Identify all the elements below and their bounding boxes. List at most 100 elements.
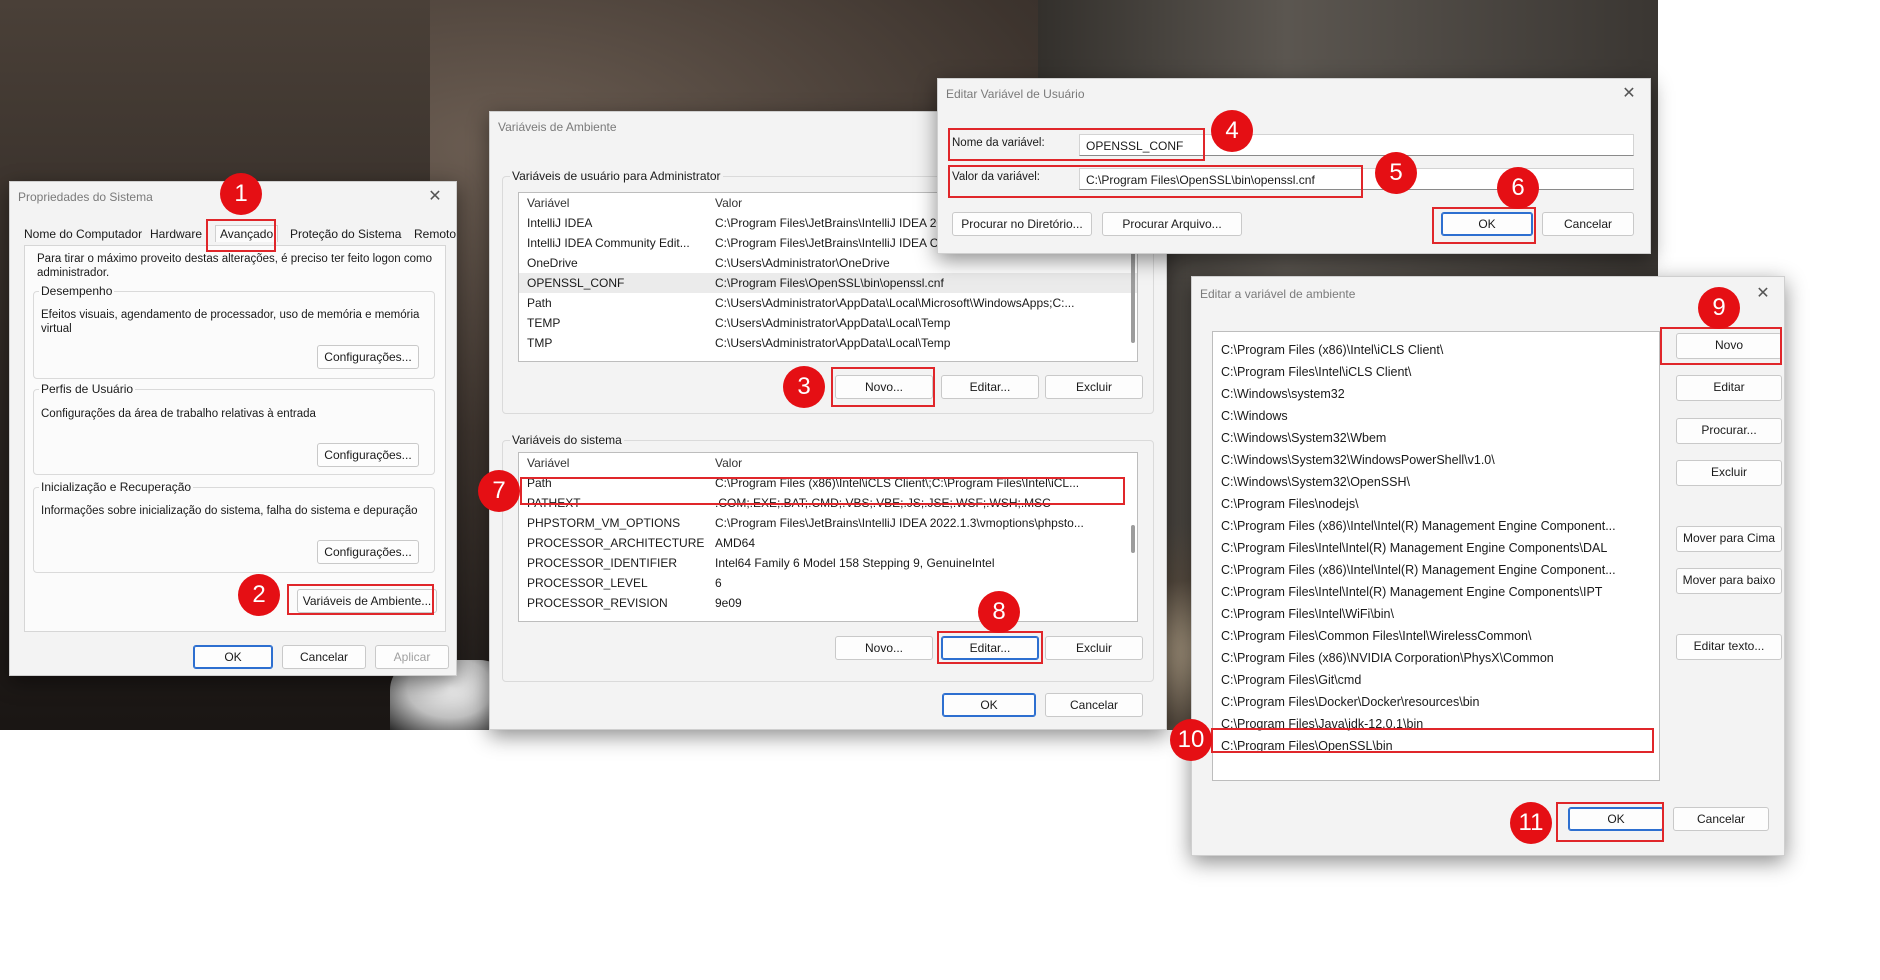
variable-name-cell: OPENSSL_CONF	[527, 276, 625, 290]
table-row[interactable]: PROCESSOR_IDENTIFIER Intel64 Family 6 Mod…	[519, 553, 1137, 573]
table-row[interactable]: TMP C:\Users\Administrator\AppData\Local\…	[519, 333, 1137, 353]
system-vars-list[interactable]: Variável Valor Path C:\Program Files (x86…	[518, 452, 1138, 622]
startup-desc: Informações sobre inicialização do siste…	[41, 505, 418, 517]
startup-settings-button[interactable]: Configurações...	[317, 540, 419, 564]
browse-file-button[interactable]: Procurar Arquivo...	[1102, 212, 1242, 236]
table-row[interactable]: PROCESSOR_ARCHITECTURE AMD64	[519, 533, 1137, 553]
list-item[interactable]: C:\Windows\System32\Wbem	[1213, 428, 1659, 448]
move-down-button[interactable]: Mover para baixo	[1676, 568, 1782, 594]
variable-name-cell: Path	[527, 296, 552, 310]
variable-name-cell: PROCESSOR_REVISION	[527, 596, 668, 610]
scrollbar[interactable]	[1131, 525, 1135, 553]
table-row[interactable]: OneDrive C:\Users\Administrator\OneDrive	[519, 253, 1137, 273]
list-item[interactable]: C:\Program Files\Intel\WiFi\bin\	[1213, 604, 1659, 624]
cancel-button[interactable]: Cancelar	[1673, 807, 1769, 831]
tab-hardware[interactable]: Hardware	[150, 227, 202, 241]
path-entries-list[interactable]: C:\Program Files (x86)\Intel\iCLS Client…	[1212, 331, 1660, 781]
table-row[interactable]: PROCESSOR_REVISION 9e09	[519, 593, 1137, 613]
step-badge-6: 6	[1497, 167, 1539, 209]
tab-computer-name[interactable]: Nome do Computador	[24, 227, 142, 241]
list-item[interactable]: C:\Windows\System32\WindowsPowerShell\v1…	[1213, 450, 1659, 470]
variable-value-input[interactable]: C:\Program Files\OpenSSL\bin\openssl.cnf	[1079, 168, 1634, 190]
list-item[interactable]: C:\Program Files (x86)\Intel\iCLS Client…	[1213, 340, 1659, 360]
system-edit-button[interactable]: Editar...	[941, 636, 1039, 660]
profiles-settings-button[interactable]: Configurações...	[317, 443, 419, 467]
variable-value-cell: Intel64 Family 6 Model 158 Stepping 9, G…	[715, 556, 995, 570]
list-item[interactable]: C:\Program Files (x86)\Intel\Intel(R) Ma…	[1213, 516, 1659, 536]
new-button[interactable]: Novo	[1676, 333, 1782, 359]
ok-button[interactable]: OK	[942, 693, 1036, 717]
ok-button[interactable]: OK	[1568, 807, 1664, 831]
col-value[interactable]: Valor	[715, 193, 742, 213]
col-variable[interactable]: Variável	[527, 453, 569, 473]
delete-button[interactable]: Excluir	[1676, 460, 1782, 486]
tab-system-protection[interactable]: Proteção do Sistema	[290, 227, 401, 241]
step-badge-11: 11	[1510, 802, 1552, 844]
list-item[interactable]: C:\Program Files\Intel\Intel(R) Manageme…	[1213, 538, 1659, 558]
list-item[interactable]: C:\Program Files\nodejs\	[1213, 494, 1659, 514]
list-item[interactable]: C:\Program Files\Common Files\Intel\Wire…	[1213, 626, 1659, 646]
dialog-title: Editar Variável de Usuário	[946, 87, 1085, 101]
col-variable[interactable]: Variável	[527, 193, 569, 213]
close-icon[interactable]: ✕	[424, 186, 446, 208]
performance-settings-button[interactable]: Configurações...	[317, 345, 419, 369]
table-row[interactable]: Path C:\Program Files (x86)\Intel\iCLS Cl…	[519, 473, 1137, 493]
list-item[interactable]: C:\Windows\System32\OpenSSH\	[1213, 472, 1659, 492]
variable-name-cell: PHPSTORM_VM_OPTIONS	[527, 516, 681, 530]
table-row[interactable]: PROCESSOR_LEVEL 6	[519, 573, 1137, 593]
list-item[interactable]: C:\Program Files\Intel\iCLS Client\	[1213, 362, 1659, 382]
edit-button[interactable]: Editar	[1676, 375, 1782, 401]
table-row[interactable]: TEMP C:\Users\Administrator\AppData\Local…	[519, 313, 1137, 333]
tab-advanced[interactable]: Avançado	[215, 225, 279, 242]
system-new-button[interactable]: Novo...	[835, 636, 933, 660]
browse-directory-button[interactable]: Procurar no Diretório...	[952, 212, 1092, 236]
user-delete-button[interactable]: Excluir	[1045, 375, 1143, 399]
step-badge-4: 4	[1211, 110, 1253, 152]
user-new-button[interactable]: Novo...	[835, 375, 933, 399]
list-item[interactable]: C:\Program Files\OpenSSL\bin	[1213, 736, 1659, 756]
ok-button[interactable]: OK	[193, 645, 273, 669]
user-edit-button[interactable]: Editar...	[941, 375, 1039, 399]
col-value[interactable]: Valor	[715, 453, 742, 473]
tab-bar: Nome do Computador Hardware Avançado Pro…	[24, 225, 456, 247]
variable-name-cell: Path	[527, 476, 552, 490]
list-item[interactable]: C:\Program Files\Intel\Intel(R) Manageme…	[1213, 582, 1659, 602]
variable-value-cell: C:\Users\Administrator\AppData\Local\Tem…	[715, 336, 951, 350]
cancel-button[interactable]: Cancelar	[1542, 212, 1634, 236]
list-item[interactable]: C:\Windows\system32	[1213, 384, 1659, 404]
cancel-button[interactable]: Cancelar	[282, 645, 366, 669]
system-delete-button[interactable]: Excluir	[1045, 636, 1143, 660]
list-item[interactable]: C:\Windows	[1213, 406, 1659, 426]
list-item[interactable]: C:\Program Files (x86)\NVIDIA Corporatio…	[1213, 648, 1659, 668]
tab-remote[interactable]: Remoto	[414, 227, 456, 241]
tab-panel: Para tirar o máximo proveito destas alte…	[24, 245, 446, 632]
table-row[interactable]: Path C:\Users\Administrator\AppData\Local…	[519, 293, 1137, 313]
variable-name-cell: PATHEXT	[527, 496, 581, 510]
move-up-button[interactable]: Mover para Cima	[1676, 526, 1782, 552]
user-vars-label: Variáveis de usuário para Administrator	[510, 169, 723, 183]
environment-variables-button[interactable]: Variáveis de Ambiente...	[297, 589, 437, 613]
variable-name-cell: IntelliJ IDEA	[527, 216, 593, 230]
variable-value-cell: .COM;.EXE;.BAT;.CMD;.VBS;.VBE;.JS;.JSE;.…	[715, 496, 1051, 510]
ok-button[interactable]: OK	[1441, 212, 1533, 236]
list-item[interactable]: C:\Program Files\Java\jdk-12.0.1\bin	[1213, 714, 1659, 734]
close-icon[interactable]: ✕	[1618, 83, 1640, 105]
variable-name-input[interactable]: OPENSSL_CONF	[1079, 134, 1634, 156]
startup-label: Inicialização e Recuperação	[39, 480, 194, 494]
edit-text-button[interactable]: Editar texto...	[1676, 634, 1782, 660]
cancel-button[interactable]: Cancelar	[1045, 693, 1143, 717]
close-icon[interactable]: ✕	[1752, 283, 1774, 305]
performance-label: Desempenho	[39, 284, 115, 298]
list-item[interactable]: C:\Program Files (x86)\Intel\Intel(R) Ma…	[1213, 560, 1659, 580]
list-item[interactable]: C:\Program Files\Git\cmd	[1213, 670, 1659, 690]
table-row[interactable]: OPENSSL_CONF C:\Program Files\OpenSSL\bin…	[519, 273, 1137, 293]
browse-button[interactable]: Procurar...	[1676, 418, 1782, 444]
list-item[interactable]: C:\Program Files\Docker\Docker\resources…	[1213, 692, 1659, 712]
dialog-title: Editar a variável de ambiente	[1200, 287, 1356, 301]
edit-user-variable-dialog: Editar Variável de Usuário ✕ Nome da var…	[937, 78, 1651, 254]
variable-value-cell: C:\Program Files (x86)\Intel\iCLS Client…	[715, 476, 1080, 490]
table-row[interactable]: PATHEXT .COM;.EXE;.BAT;.CMD;.VBS;.VBE;.JS…	[519, 493, 1137, 513]
table-row[interactable]: PHPSTORM_VM_OPTIONS C:\Program Files\JetB…	[519, 513, 1137, 533]
dialog-title: Propriedades do Sistema	[18, 190, 153, 204]
apply-button[interactable]: Aplicar	[375, 645, 449, 669]
